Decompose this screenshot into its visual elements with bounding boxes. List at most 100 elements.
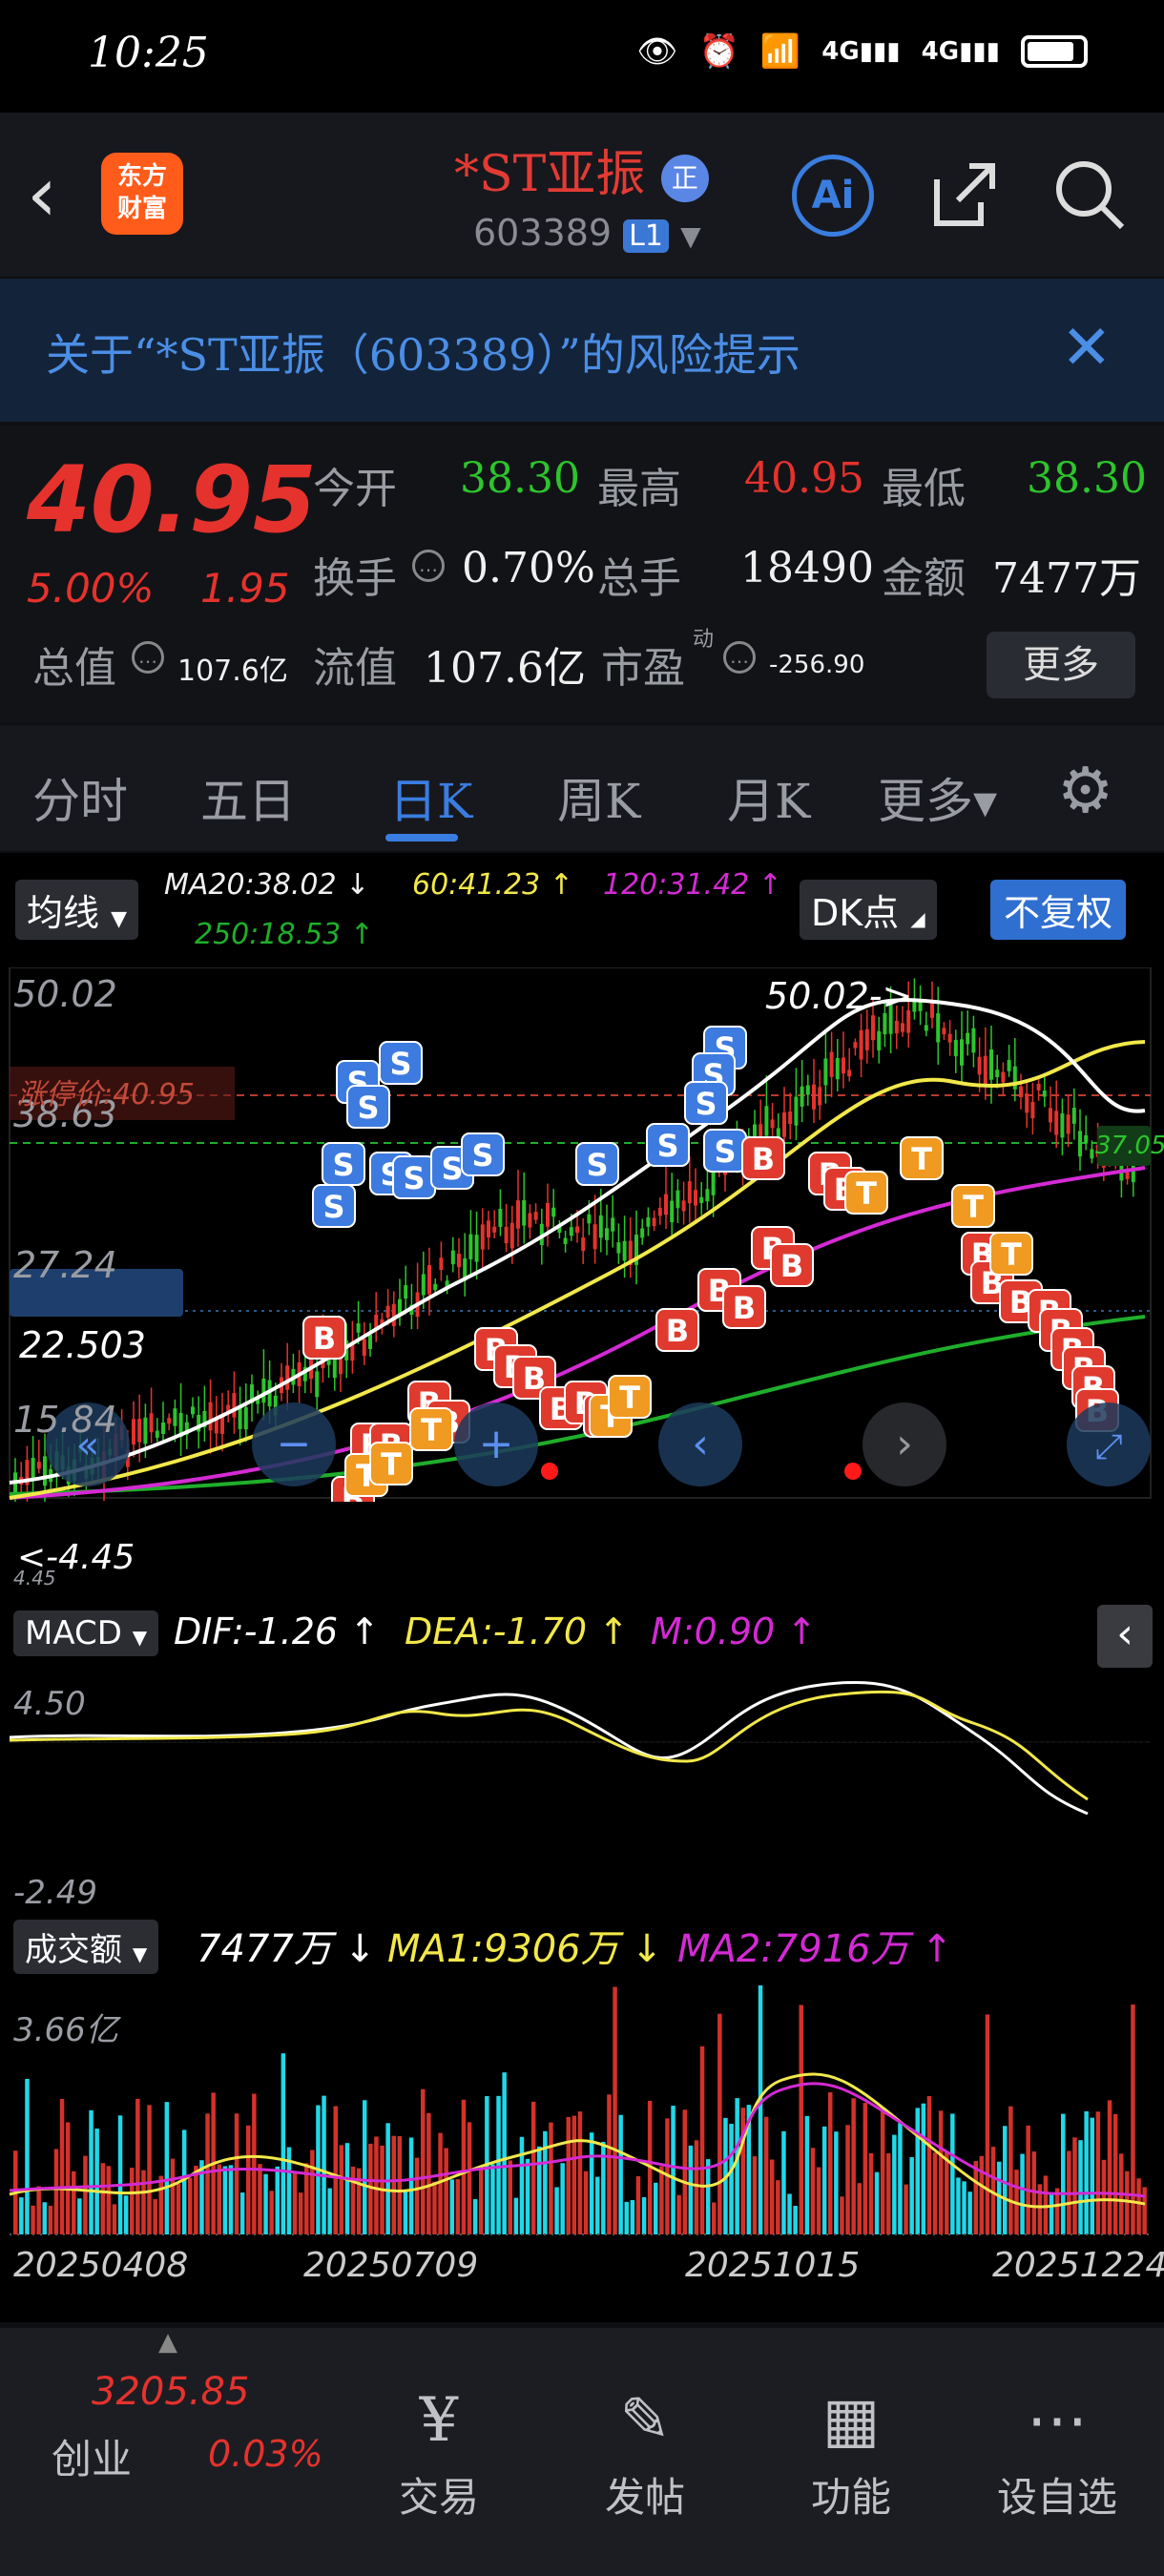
float-value: 107.6亿 (424, 644, 586, 693)
macd-bar (945, 1742, 947, 1766)
nav-add-watchlist[interactable]: ⋯ 设自选 (962, 2385, 1153, 2524)
index-name[interactable]: 创业 (52, 2427, 132, 2485)
macd-bar (758, 1734, 761, 1742)
candle-body (966, 1032, 970, 1045)
tab-more[interactable]: 更多▾ (878, 763, 997, 832)
candle-body (616, 1242, 621, 1254)
volume-bar (77, 2198, 82, 2234)
4g-signal-icon: 4G▮▮▮ (821, 37, 901, 66)
volume-bar (19, 2197, 24, 2234)
close-icon[interactable]: ✕ (1061, 313, 1112, 384)
candle-body (1084, 1134, 1089, 1144)
ai-button[interactable]: Ai (792, 155, 874, 237)
volume-bar (502, 2072, 507, 2234)
info-icon[interactable]: … (723, 641, 756, 674)
mktcap-value: 107.6亿 (177, 654, 288, 688)
search-icon[interactable] (1053, 158, 1126, 231)
more-button[interactable]: 更多 (987, 632, 1135, 698)
macd-bar (252, 1718, 256, 1742)
signal-label: S (714, 1133, 736, 1170)
macd-bar (205, 1727, 209, 1742)
candle-body (522, 1200, 527, 1226)
macd-bar (508, 1742, 511, 1769)
volume-bar (94, 2129, 99, 2234)
volume-bar (740, 2108, 745, 2234)
tab-five-day[interactable]: 五日 (200, 763, 296, 832)
share-icon[interactable] (929, 160, 998, 229)
candle-body (960, 1039, 964, 1066)
kline-chart[interactable]: SSSSSSSSSSSSSSSBBBBBBBBBBBBBBBBBBBBBBBBB… (0, 967, 1164, 1502)
nav-functions[interactable]: ▦ 功能 (756, 2385, 946, 2524)
info-icon[interactable]: … (412, 550, 445, 582)
nav-post[interactable]: ✎ 发帖 (550, 2385, 740, 2524)
candle-body (285, 1365, 290, 1390)
bottom-toolbar: ▲ 3205.85 创业 0.03% ¥ 交易 ✎ 发帖 ▦ 功能 ⋯ 设自选 (0, 2328, 1164, 2576)
adjust-toggle[interactable]: 不复权 (990, 880, 1127, 940)
volume-bar (630, 2199, 635, 2234)
macd-bar (199, 1722, 203, 1742)
candle-body (1054, 1111, 1059, 1135)
y-axis-top: 50.02 (13, 973, 117, 1015)
stock-code[interactable]: 603389 L1 ▼ (473, 212, 701, 254)
chevron-up-icon[interactable]: ▲ (158, 2328, 177, 2357)
volume-bar (263, 2173, 268, 2234)
volume-bar (735, 2098, 739, 2234)
candle-body (901, 1023, 904, 1032)
candle-body (563, 1237, 568, 1244)
collapse-panel-button[interactable]: ‹ (1097, 1605, 1153, 1668)
volume-bar (1101, 2159, 1107, 2234)
candle-body (208, 1402, 213, 1431)
wifi-icon: 📶 (759, 32, 801, 71)
macd-bar (932, 1728, 936, 1742)
volume-bar (1072, 2137, 1077, 2234)
volume-bars (13, 1984, 1147, 2234)
volume-bar (479, 2168, 484, 2234)
volume-bar (1049, 2192, 1054, 2234)
float-label: 流值 (313, 644, 397, 693)
volume-chart[interactable] (0, 1984, 1164, 2261)
volume-bar (781, 2130, 786, 2234)
macd-bar (1078, 1742, 1082, 1753)
ma-select[interactable]: 均线 ▼ (15, 880, 139, 940)
volume-bar (414, 2157, 420, 2234)
macd-bar (787, 1733, 791, 1742)
nav-trade[interactable]: ¥ 交易 (343, 2385, 534, 2524)
macd-select[interactable]: MACD ▼ (13, 1610, 159, 1656)
volume-bar (135, 2098, 140, 2234)
macd-bar (962, 1742, 966, 1772)
date-label: 20251224 (992, 2246, 1164, 2285)
volume-bar (1095, 2111, 1101, 2234)
dk-select[interactable]: DK点 ◢ (800, 880, 937, 940)
info-icon[interactable]: … (132, 641, 164, 674)
back-icon[interactable]: ‹ (27, 156, 57, 233)
tab-weekly-k[interactable]: 周K (557, 763, 640, 832)
macd-bar (857, 1716, 861, 1742)
volume-bar (275, 2166, 280, 2234)
volume-bar (141, 2170, 146, 2234)
tab-daily-k[interactable]: 日K (389, 763, 472, 832)
macd-bar (577, 1742, 581, 1760)
signal-label: S (403, 1160, 425, 1196)
candle-body (232, 1393, 237, 1418)
macd-chart[interactable] (0, 1675, 1164, 1815)
risk-banner[interactable]: 关于“*ST亚振（603389）”的风险提示 ✕ (0, 279, 1164, 422)
tab-intraday[interactable]: 分时 (32, 763, 128, 832)
volume-select[interactable]: 成交额 ▼ (13, 1920, 159, 1974)
volume-bar (147, 2105, 152, 2234)
volume-bar (239, 2192, 245, 2234)
macd-bar (740, 1738, 744, 1742)
macd-bar (403, 1742, 406, 1751)
gear-icon[interactable]: ⚙ (1057, 754, 1113, 827)
index-value[interactable]: 3205.85 (92, 2370, 249, 2414)
macd-bar (380, 1742, 384, 1744)
candle-body (1012, 1066, 1017, 1090)
macd-bar (222, 1719, 226, 1742)
volume-bar (490, 2164, 495, 2234)
candle-body (498, 1208, 503, 1227)
macd-bar (426, 1742, 430, 1752)
macd-bar (560, 1742, 564, 1771)
tab-monthly-k[interactable]: 月K (727, 763, 810, 832)
macd-bar (537, 1742, 540, 1771)
macd-bar (502, 1742, 506, 1763)
stock-name[interactable]: *ST亚振 正 (454, 134, 709, 205)
